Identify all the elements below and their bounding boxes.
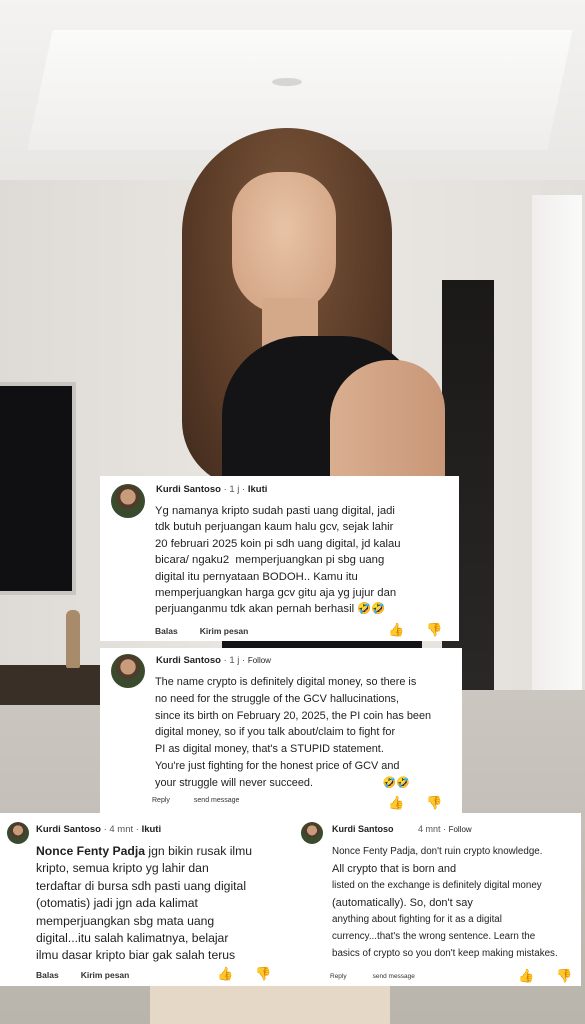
comment-line: your struggle will never succeed. 🤣🤣 (155, 776, 410, 789)
comment-header: Kurdi Santoso · 4 mnt · Ikuti (36, 824, 161, 835)
avatar[interactable] (7, 822, 29, 844)
comment-line: basics of crypto so you don't keep makin… (332, 947, 558, 959)
comment-line: jgn bikin rusak ilmu (145, 844, 253, 858)
author-name[interactable]: Kurdi Santoso (156, 484, 221, 495)
comment-line: memperjuangkan harga gcv gitu aja yg juj… (155, 587, 397, 600)
mentioned-user[interactable]: Nonce Fenty Padja (36, 844, 145, 858)
comment-line: bicara/ ngaku2 memperjuangkan pi sbg uan… (155, 554, 385, 567)
comment-text: Yg namanya kripto sudah pasti uang digit… (155, 503, 401, 618)
comment-header: Kurdi Santoso · 1 j · Follow (156, 655, 271, 666)
reply-button[interactable]: Reply (330, 973, 347, 980)
send-message-button[interactable]: send message (373, 973, 415, 980)
comment-card-indonesian-1: Kurdi Santoso · 1 j · Ikuti Yg namanya k… (100, 476, 459, 641)
follow-link[interactable]: Ikuti (248, 484, 268, 495)
reaction-buttons: 👍 👎 (518, 968, 572, 984)
author-name[interactable]: Kurdi Santoso (36, 824, 101, 835)
reply-button[interactable]: Balas (155, 626, 178, 636)
comment-line: digital...itu salah kalimatnya, belajar (36, 931, 229, 946)
comment-line: since its birth on February 20, 2025, th… (155, 709, 432, 722)
comment-text: The name crypto is definitely digital mo… (155, 674, 431, 792)
reply-button[interactable]: Balas (36, 970, 59, 980)
timestamp: · 1 j · (223, 484, 246, 495)
comment-text: Nonce Fenty Padja jgn bikin rusak ilmu k… (36, 843, 252, 965)
comment-text: Nonce Fenty Padja, don't ruin crypto kno… (332, 844, 558, 962)
thumbs-down-icon[interactable]: 👎 (426, 622, 442, 638)
comment-card-english-2: Kurdi Santoso 4 mnt · Follow Nonce Fenty… (290, 813, 581, 986)
thumbs-up-icon[interactable]: 👍 (217, 966, 233, 981)
comment-line: perjuanganmu tdk akan pernah berhasil 🤣🤣 (155, 603, 386, 616)
timestamp: 4 mnt · (418, 824, 447, 834)
avatar[interactable] (111, 654, 145, 688)
comment-line: ilmu dasar kripto biar gak salah terus (36, 948, 236, 963)
comment-card-indonesian-2: Kurdi Santoso · 4 mnt · Ikuti Nonce Fent… (0, 813, 290, 986)
comment-line: 20 februari 2025 koin pi sdh uang digita… (155, 537, 401, 550)
vase (66, 610, 80, 668)
comment-line: Yg namanya kripto sudah pasti uang digit… (155, 505, 395, 517)
thumbs-down-icon[interactable]: 👎 (255, 966, 271, 982)
comment-actions: Balas Kirim pesan (155, 626, 270, 636)
reply-button[interactable]: Reply (152, 797, 170, 804)
reaction-buttons: 👍 👎 (388, 795, 442, 811)
comment-line: memperjuangkan sbg mata uang (36, 913, 215, 928)
comment-line: (automatically). So, don't say (332, 896, 473, 909)
reaction-buttons: 👍 👎 (388, 622, 442, 638)
comment-line: (otomatis) jadi jgn ada kalimat (36, 896, 198, 911)
author-name[interactable]: Kurdi Santoso (156, 655, 221, 666)
comment-line: You're just fighting for the honest pric… (155, 759, 400, 772)
comment-actions: Balas Kirim pesan (36, 970, 151, 980)
comment-line: tdk butuh perjuangan kaum halu gcv, seja… (155, 521, 394, 534)
comment-line: no need for the struggle of the GCV hall… (155, 692, 399, 705)
avatar[interactable] (301, 822, 323, 844)
thumbs-down-icon[interactable]: 👎 (556, 968, 572, 984)
comment-line: PI as digital money, that's a STUPID sta… (155, 743, 384, 756)
avatar[interactable] (111, 484, 145, 518)
comment-line: kripto, semua kripto yg lahir dan (36, 861, 209, 876)
timestamp: · 1 j · (223, 655, 246, 666)
ceiling-light (272, 78, 302, 86)
comment-line: Nonce Fenty Padja, don't ruin crypto kno… (332, 846, 543, 857)
send-message-button[interactable]: Kirim pesan (200, 626, 249, 636)
thumbs-down-icon[interactable]: 👎 (426, 795, 442, 811)
comment-line: anything about fighting for it as a digi… (332, 914, 502, 926)
comment-line: listed on the exchange is definitely dig… (332, 880, 542, 892)
follow-link[interactable]: Ikuti (142, 824, 162, 835)
thumbs-up-icon[interactable]: 👍 (518, 968, 534, 983)
woman-face (232, 172, 336, 314)
comment-line: digital money, so if you talk about/clai… (155, 726, 396, 739)
television (0, 382, 76, 595)
follow-link[interactable]: Follow (248, 656, 271, 665)
comment-actions: Reply send message (152, 797, 263, 804)
thumbs-up-icon[interactable]: 👍 (388, 795, 404, 810)
comment-header: Kurdi Santoso 4 mnt · Follow (332, 824, 472, 834)
comment-line: All crypto that is born and (332, 862, 457, 875)
comment-line: terdaftar di bursa sdh pasti uang digita… (36, 878, 247, 893)
comment-header: Kurdi Santoso · 1 j · Ikuti (156, 484, 267, 495)
send-message-button[interactable]: Kirim pesan (81, 970, 130, 980)
timestamp: · 4 mnt · (103, 824, 139, 835)
follow-link[interactable]: Follow (449, 825, 472, 834)
comment-line: The name crypto is definitely digital mo… (155, 676, 417, 688)
comment-line: digital itu pernyataan BODOH.. Kamu itu (155, 570, 358, 583)
comment-card-english-1: Kurdi Santoso · 1 j · Follow The name cr… (100, 648, 462, 813)
comment-line: currency...that's the wrong sentence. Le… (332, 930, 536, 942)
author-name[interactable]: Kurdi Santoso (332, 824, 394, 834)
send-message-button[interactable]: send message (194, 797, 240, 804)
reaction-buttons: 👍 👎 (217, 966, 271, 982)
thumbs-up-icon[interactable]: 👍 (388, 622, 404, 637)
comment-actions: Reply send message (330, 973, 441, 980)
